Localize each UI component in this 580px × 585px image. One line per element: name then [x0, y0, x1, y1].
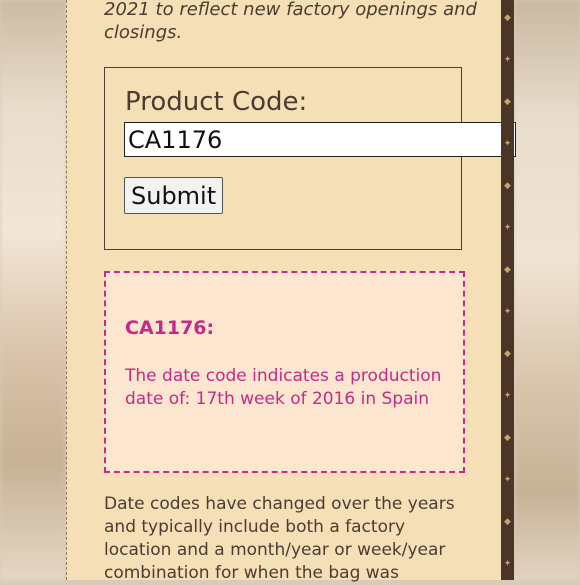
- monogram-mark-icon: ◆: [504, 517, 511, 527]
- monogram-mark-icon: ◆: [504, 13, 511, 23]
- blurred-background-right: [514, 0, 580, 580]
- monogram-mark-icon: ✦: [503, 55, 512, 65]
- monogram-mark-icon: ◆: [504, 349, 511, 359]
- monogram-mark-icon: ◆: [504, 265, 511, 275]
- product-code-form: Product Code: Submit: [104, 67, 516, 250]
- result-message: The date code indicates a production dat…: [125, 366, 442, 409]
- monogram-mark-icon: ✦: [503, 223, 512, 233]
- monogram-mark-icon: ✦: [503, 559, 512, 569]
- product-code-input[interactable]: [124, 122, 516, 157]
- intro-text: 2021 to reflect new factory openings and…: [104, 0, 477, 43]
- outro-text: Date codes have changed over the years a…: [104, 494, 455, 583]
- monogram-mark-icon: ✦: [503, 307, 512, 317]
- monogram-mark-icon: ◆: [504, 433, 511, 443]
- product-code-label: Product Code:: [125, 87, 308, 117]
- monogram-pattern-strip: ◆ ✦ ◆ ✦ ◆ ✦ ◆ ✦ ◆ ✦ ◆ ✦ ◆ ✦: [501, 0, 514, 580]
- monogram-mark-icon: ✦: [503, 139, 512, 149]
- monogram-mark-icon: ✦: [503, 391, 512, 401]
- date-code-panel: 2021 to reflect new factory openings and…: [66, 0, 516, 583]
- monogram-mark-icon: ◆: [504, 181, 511, 191]
- result-box: CA1176: The date code indicates a produc…: [104, 271, 465, 473]
- monogram-mark-icon: ✦: [503, 475, 512, 485]
- result-code-heading: CA1176:: [125, 317, 215, 339]
- monogram-mark-icon: ◆: [504, 97, 511, 107]
- blurred-background-left: [0, 0, 66, 580]
- submit-button[interactable]: Submit: [124, 177, 224, 214]
